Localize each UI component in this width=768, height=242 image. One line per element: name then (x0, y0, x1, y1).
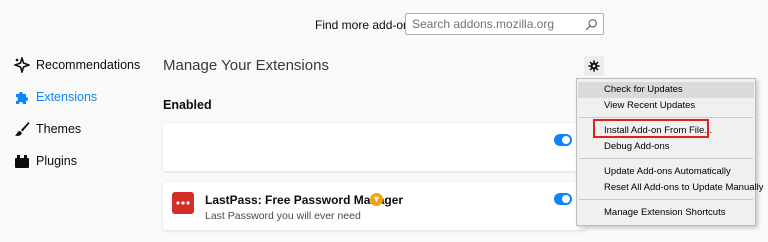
menu-separator (579, 199, 753, 200)
menu-item-update-addons-automatically[interactable]: Update Add-ons Automatically (578, 164, 754, 180)
puzzle-icon (16, 92, 28, 104)
tools-dropdown-menu: Check for Updates View Recent Updates In… (576, 78, 763, 226)
sidebar-item-themes[interactable]: Themes (14, 119, 81, 139)
search-placeholder: Search addons.mozilla.org (412, 17, 555, 31)
sidebar-item-label: Themes (36, 122, 82, 136)
menu-separator (579, 117, 753, 118)
menu-item-reset-addons-update-manually[interactable]: Reset All Add-ons to Update Manually (578, 180, 763, 196)
menu-item-manage-extension-shortcuts[interactable]: Manage Extension Shortcuts (578, 205, 754, 221)
menu-item-check-for-updates[interactable]: Check for Updates (578, 82, 754, 98)
tools-menu-button[interactable] (584, 56, 604, 76)
sidebar-item-recommendations[interactable]: Recommendations (14, 55, 140, 75)
extension-enable-toggle[interactable] (554, 193, 572, 205)
extension-description: Last Password you will ever need (205, 210, 361, 222)
search-icon (585, 18, 598, 31)
recommended-badge-icon (370, 193, 383, 206)
menu-separator (579, 158, 753, 159)
extension-card[interactable] (163, 123, 586, 171)
enabled-section-heading: Enabled (163, 98, 212, 112)
brush-icon (15, 122, 30, 136)
plugin-icon (15, 155, 29, 168)
search-input[interactable]: Search addons.mozilla.org (405, 13, 604, 35)
extension-enable-toggle[interactable] (554, 134, 572, 146)
recommendations-icon (14, 57, 30, 73)
sidebar-item-plugins[interactable]: Plugins (14, 151, 77, 171)
menu-item-debug-addons[interactable]: Debug Add-ons (578, 139, 754, 155)
gear-icon (588, 60, 600, 72)
sidebar-item-label: Plugins (36, 154, 77, 168)
menu-item-view-recent-updates[interactable]: View Recent Updates (578, 98, 754, 114)
highlight-box (593, 119, 709, 138)
sidebar-item-label: Recommendations (36, 58, 141, 72)
sidebar-item-extensions[interactable]: Extensions (14, 87, 97, 107)
page-title: Manage Your Extensions (163, 57, 329, 74)
lastpass-logo-icon (172, 192, 194, 214)
sidebar-item-label: Extensions (36, 90, 98, 104)
find-more-addons-label: Find more add-ons (315, 18, 416, 32)
